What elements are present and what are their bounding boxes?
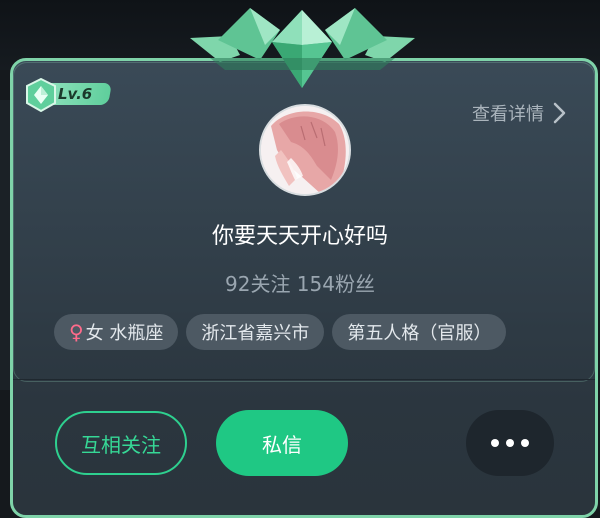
private-message-button[interactable]: 私信 [216,410,348,476]
tag-game: 第五人格（官服） [332,314,507,350]
level-badge: Lv.6 [24,78,114,112]
profile-tags: ♀ 女 水瓶座 浙江省嘉兴市 第五人格（官服） [54,314,507,350]
tag-gender-zodiac: ♀ 女 水瓶座 [54,314,179,350]
card-divider [13,379,595,380]
more-dots-icon [521,439,529,447]
tag-label: 女 水瓶座 [85,323,164,344]
more-options-button[interactable] [466,410,554,476]
view-details-link[interactable]: 查看详情 [472,100,566,126]
chevron-right-icon [553,102,566,124]
tag-label: 第五人格（官服） [347,323,492,344]
avatar-image [261,106,349,194]
tag-label: 浙江省嘉兴市 [201,323,310,344]
more-dots-icon [491,439,499,447]
diamond-shield-icon [26,78,56,112]
follow-stats[interactable]: 92关注 154粉丝 [0,268,600,297]
level-text: Lv.6 [58,85,93,103]
view-details-label: 查看详情 [472,104,544,125]
nickname: 你要天天开心好吗 [211,224,388,249]
female-icon: ♀ [69,320,84,344]
mutual-follow-button[interactable]: 互相关注 [55,411,187,475]
tag-location: 浙江省嘉兴市 [186,314,325,350]
crown-ornament-icon [190,8,415,88]
avatar[interactable] [259,104,351,196]
more-dots-icon [506,439,514,447]
